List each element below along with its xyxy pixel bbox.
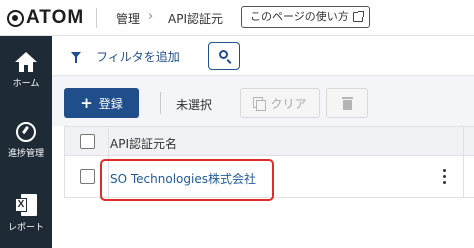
filter-icon[interactable] (71, 52, 81, 63)
copy-icon (253, 96, 267, 111)
logo-text: ATOM (26, 7, 85, 28)
top-header: ATOM 管理 › API認証元 このページの使い方 (0, 0, 474, 36)
breadcrumb-admin[interactable]: 管理 (116, 10, 140, 27)
table-header: API認証元名 (64, 126, 474, 156)
help-button-label: このページの使い方 (250, 10, 349, 23)
clear-button-label: クリア (270, 96, 307, 111)
select-all-checkbox[interactable] (80, 134, 95, 149)
more-options-icon[interactable] (443, 169, 447, 185)
report-icon: X (15, 194, 37, 216)
column-divider (108, 127, 109, 155)
search-icon (219, 50, 228, 59)
add-button[interactable]: + 登録 (64, 88, 139, 118)
sidebar: ホーム 進捗管理 X レポート (0, 36, 52, 248)
sidebar-item-report[interactable]: X レポート (0, 180, 52, 238)
chevron-right-icon: › (148, 9, 154, 24)
plus-icon: + (80, 94, 93, 112)
sidebar-item-home[interactable]: ホーム (0, 36, 52, 94)
logo-mark-icon (7, 9, 24, 27)
delete-button[interactable] (326, 88, 368, 118)
home-icon (15, 52, 37, 72)
add-button-label: 登録 (98, 96, 123, 111)
sidebar-item-progress[interactable]: 進捗管理 (0, 108, 52, 166)
filter-bar: フィルタを追加 (52, 36, 474, 76)
clear-button[interactable]: クリア (240, 88, 320, 118)
trash-icon (342, 97, 353, 110)
highlight-box (100, 159, 274, 201)
header-divider (96, 8, 97, 28)
sidebar-item-label: 進捗管理 (7, 149, 44, 159)
external-link-icon (352, 11, 364, 22)
action-divider (160, 92, 161, 114)
help-button[interactable]: このページの使い方 (241, 6, 370, 28)
action-bar: + 登録 未選択 クリア (52, 76, 474, 126)
sidebar-item-label: ホーム (12, 79, 40, 89)
atom-logo[interactable]: ATOM (7, 7, 85, 28)
selection-status: 未選択 (176, 98, 213, 112)
column-divider (463, 156, 464, 197)
column-divider (463, 127, 464, 155)
column-header-name[interactable]: API認証元名 (110, 135, 177, 152)
search-button[interactable] (208, 42, 240, 70)
table-row[interactable]: SO Technologies株式会社 (64, 156, 474, 201)
add-filter-link[interactable]: フィルタを追加 (96, 48, 180, 65)
progress-icon (16, 122, 36, 142)
breadcrumb-current: API認証元 (168, 12, 223, 26)
sidebar-item-label: レポート (7, 223, 44, 233)
row-checkbox[interactable] (80, 169, 95, 184)
